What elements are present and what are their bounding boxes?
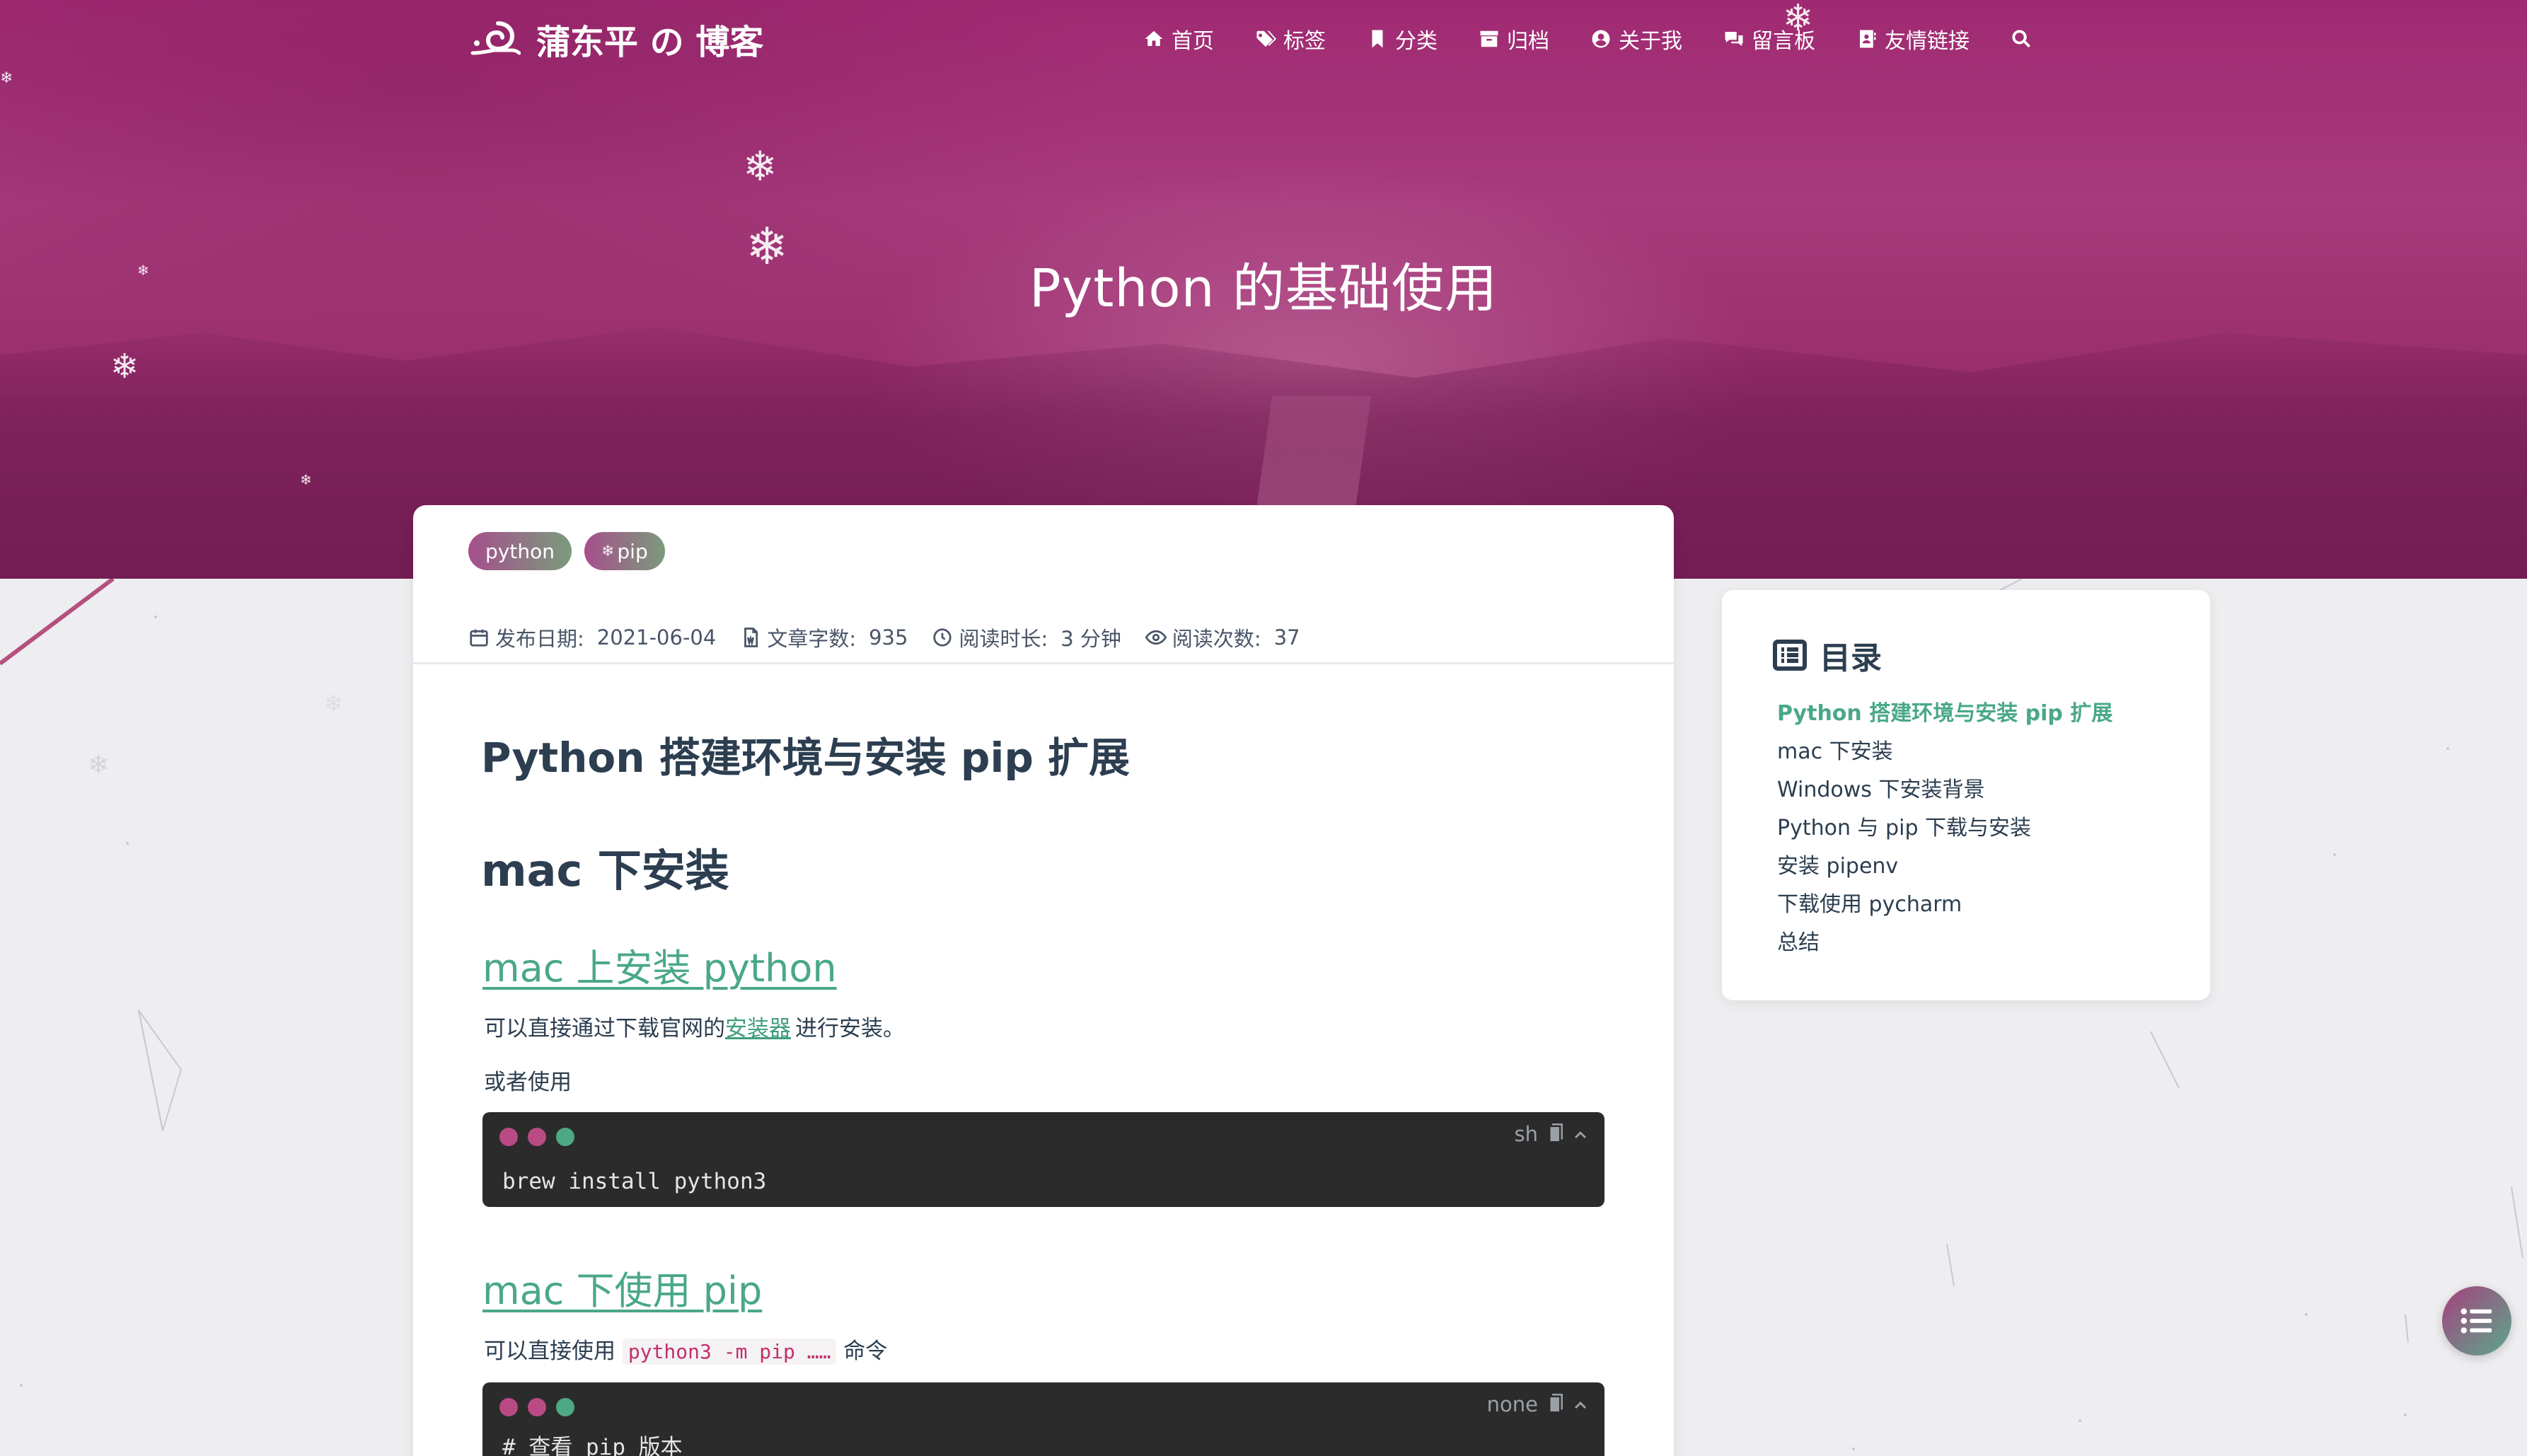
- snail-logo-icon: [470, 21, 521, 55]
- clock-icon: [933, 628, 952, 647]
- dot-green: [556, 1398, 574, 1416]
- address-book-icon: [1860, 30, 1876, 48]
- hero-banner: ❄ ❄ ❄ ❄ ❄ ❄ ❄ 蒲东平 の 博客 首页 标签 分类 归档 关于我 留…: [0, 0, 2527, 579]
- chevron-up-icon[interactable]: [1573, 1127, 1588, 1141]
- nav-item-home[interactable]: 首页: [1143, 21, 1214, 57]
- chevron-up-icon[interactable]: [1573, 1397, 1588, 1411]
- dot-red: [499, 1128, 518, 1146]
- window-dots: [499, 1398, 574, 1416]
- post-tags: python ❄ pip: [468, 532, 665, 570]
- toc-item[interactable]: Windows 下安装背景: [1777, 771, 2112, 809]
- tags-icon: [1256, 30, 1276, 47]
- toc-item[interactable]: Python 与 pip 下载与安装: [1777, 809, 2112, 848]
- nav-item-label: 留言板: [1752, 29, 1815, 54]
- nav-item-label: 分类: [1395, 29, 1438, 54]
- meta-views: 阅读次数: 37: [1145, 623, 1300, 652]
- nav-item-label: 友情链接: [1885, 29, 1970, 54]
- window-dots: [499, 1128, 574, 1146]
- meta-word-count: 文章字数: 935: [740, 623, 908, 652]
- paragraph: 可以直接通过下载官网的安装器 进行安装。: [484, 1016, 905, 1041]
- tag-python[interactable]: python: [468, 532, 572, 570]
- nav-item-label: 首页: [1172, 29, 1214, 54]
- nav-item-guestbook[interactable]: 留言板: [1723, 21, 1815, 57]
- site-brand-text: 蒲东平 の 博客: [536, 23, 764, 62]
- heading-2: mac 下安装: [481, 845, 729, 896]
- archive-icon: [1480, 30, 1498, 47]
- list-icon: [1773, 640, 1807, 671]
- nav-item-links[interactable]: 友情链接: [1856, 21, 1970, 57]
- post-meta: 发布日期: 2021-06-04 文章字数: 935 阅读时长: 3 分钟 阅读…: [468, 623, 1300, 652]
- snowflake-icon: ❄: [110, 347, 139, 386]
- bookmark-icon: [1372, 30, 1383, 48]
- dot-green: [556, 1128, 574, 1146]
- top-navbar: 蒲东平 の 博客 首页 标签 分类 归档 关于我 留言板 友情链接: [0, 0, 2527, 78]
- nav-item-categories[interactable]: 分类: [1367, 21, 1438, 57]
- toc-item[interactable]: 安装 pipenv: [1777, 848, 2112, 886]
- nav-item-label: 归档: [1507, 29, 1549, 54]
- post-card: python ❄ pip 发布日期: 2021-06-04 文章字数: 935 阅…: [413, 505, 1674, 1456]
- calendar-icon: [470, 629, 488, 647]
- search-button[interactable]: [2011, 21, 2032, 57]
- paragraph: 或者使用: [484, 1070, 572, 1095]
- snowflake-icon: ❄: [601, 542, 615, 560]
- code-toolbar: none: [1487, 1392, 1588, 1416]
- toc-toggle-button[interactable]: [2442, 1286, 2511, 1356]
- dot-red: [528, 1128, 546, 1146]
- site-brand[interactable]: 蒲东平 の 博客: [470, 16, 763, 62]
- toc-item[interactable]: Python 搭建环境与安装 pip 扩展: [1777, 695, 2112, 733]
- paragraph: 可以直接使用 python3 -m pip …… 命令: [484, 1339, 888, 1365]
- code-language: sh: [1514, 1122, 1539, 1146]
- installer-link[interactable]: 安装器: [725, 1016, 791, 1041]
- nav-item-label: 关于我: [1619, 29, 1682, 54]
- table-of-contents: 目录 Python 搭建环境与安装 pip 扩展 mac 下安装 Windows…: [1722, 590, 2210, 1000]
- meta-read-time: 阅读时长: 3 分钟: [932, 623, 1121, 652]
- meta-divider: [413, 662, 1674, 664]
- tag-pip[interactable]: ❄ pip: [584, 532, 665, 570]
- heading-1: Python 搭建环境与安装 pip 扩展: [481, 734, 1130, 782]
- toc-item[interactable]: mac 下安装: [1777, 733, 2112, 771]
- inline-code: python3 -m pip ……: [622, 1339, 837, 1365]
- snowflake-icon: ❄: [300, 471, 312, 488]
- nav-item-about[interactable]: 关于我: [1590, 21, 1682, 57]
- code-toolbar: sh: [1515, 1122, 1588, 1146]
- meta-published: 发布日期: 2021-06-04: [468, 623, 716, 652]
- code-content: brew install python3: [502, 1169, 767, 1194]
- nav-item-archive[interactable]: 归档: [1479, 21, 1549, 57]
- heading-mac-install-python[interactable]: mac 上安装 python: [482, 937, 837, 993]
- tag-label: pip: [617, 539, 648, 563]
- snowflake-icon: ❄: [88, 751, 110, 780]
- comments-icon: [1725, 32, 1743, 46]
- code-block: none # 查看 pip 版本: [482, 1382, 1604, 1456]
- code-block: sh brew install python3: [482, 1112, 1604, 1207]
- toc-title: 目录: [1773, 632, 1882, 678]
- code-content: # 查看 pip 版本: [502, 1435, 683, 1456]
- toc-item[interactable]: 总结: [1777, 924, 2112, 962]
- dot-red: [528, 1398, 546, 1416]
- nav-item-label: 标签: [1283, 29, 1326, 54]
- tag-label: python: [485, 539, 555, 563]
- nav-item-tags[interactable]: 标签: [1255, 21, 1326, 57]
- snowflake-icon: ❄: [324, 690, 343, 717]
- eye-icon: [1145, 630, 1167, 645]
- home-icon: [1145, 30, 1163, 46]
- dot-red: [499, 1398, 518, 1416]
- user-icon: [1592, 30, 1610, 48]
- search-icon: [2012, 30, 2030, 48]
- copy-icon[interactable]: [1546, 1394, 1565, 1415]
- heading-mac-use-pip[interactable]: mac 下使用 pip: [482, 1259, 762, 1315]
- page-title: Python 的基础使用: [1029, 258, 1498, 319]
- toc-list: Python 搭建环境与安装 pip 扩展 mac 下安装 Windows 下安…: [1777, 695, 2112, 962]
- nav-menu: 首页 标签 分类 归档 关于我 留言板 友情链接: [1143, 21, 2032, 57]
- copy-icon[interactable]: [1546, 1123, 1565, 1145]
- list-ul-icon: [2460, 1308, 2492, 1334]
- code-language: none: [1486, 1392, 1538, 1416]
- snowflake-icon: ❄: [743, 142, 777, 190]
- toc-item[interactable]: 下载使用 pycharm: [1777, 886, 2112, 924]
- file-word-icon: [744, 628, 758, 647]
